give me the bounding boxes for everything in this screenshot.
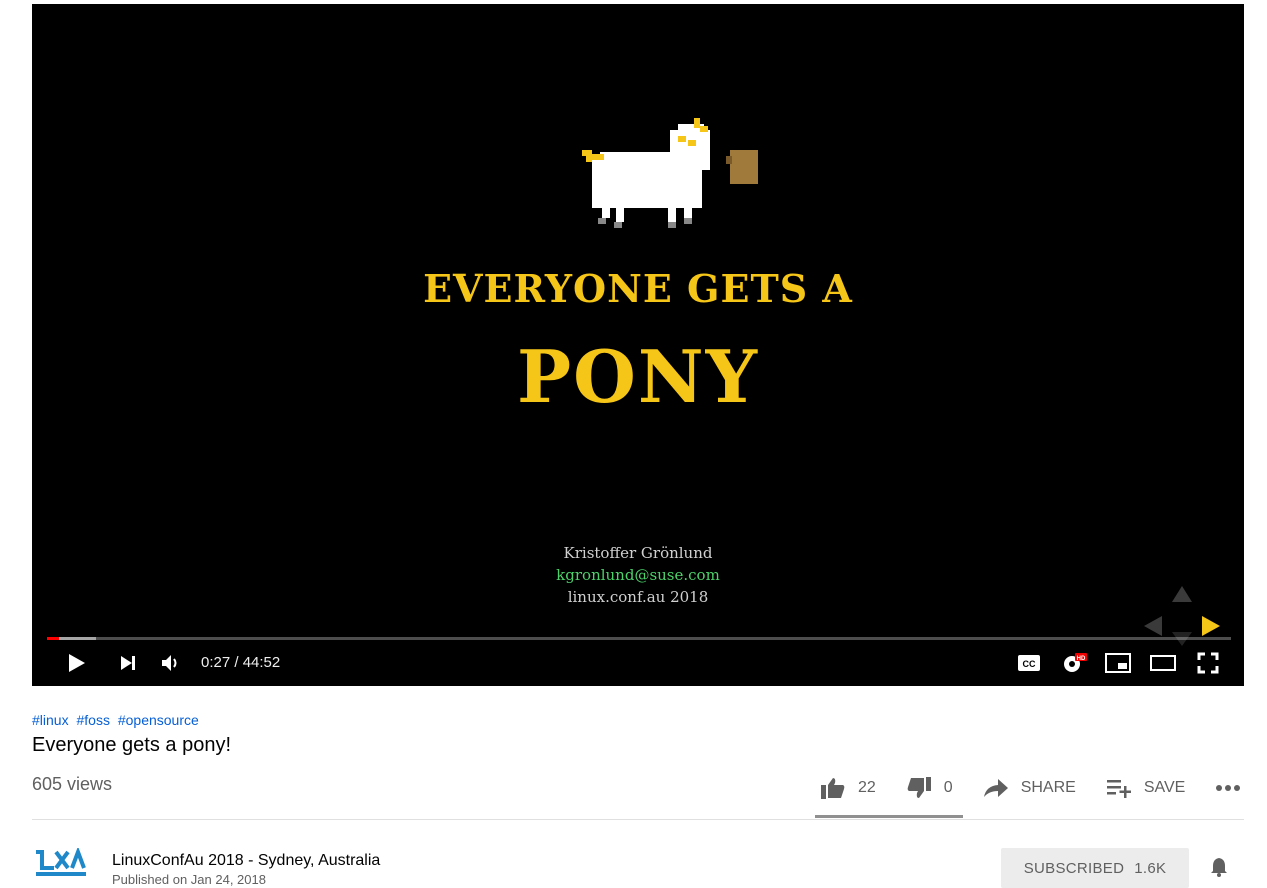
theater-icon — [1150, 655, 1176, 671]
time-display: 0:27 / 44:52 — [201, 654, 281, 671]
dislike-count: 0 — [943, 779, 953, 796]
play-icon — [69, 654, 85, 672]
miniplayer-icon — [1105, 653, 1131, 673]
save-button[interactable]: SAVE — [1106, 777, 1186, 799]
notification-bell-icon[interactable] — [1208, 856, 1230, 878]
pony-pixel-art — [582, 118, 758, 228]
more-actions-button[interactable] — [1215, 783, 1241, 793]
slide-headline-big: PONY — [516, 334, 760, 419]
save-label: SAVE — [1143, 779, 1186, 796]
svg-text:HD: HD — [1077, 656, 1086, 662]
video-title: Everyone gets a pony! — [32, 734, 232, 756]
next-button[interactable] — [114, 648, 142, 678]
fullscreen-button[interactable] — [1193, 648, 1223, 678]
more-horizontal-icon — [1216, 785, 1241, 791]
miniplayer-button[interactable] — [1103, 648, 1133, 678]
thumbs-up-icon — [821, 778, 845, 799]
dislike-button[interactable]: 0 — [906, 776, 953, 800]
svg-text:CC: CC — [1023, 659, 1036, 669]
subscriber-count: 1.6K — [1134, 859, 1167, 877]
subscribe-label: SUBSCRIBED — [1023, 859, 1125, 877]
hashtags: #linux #foss #opensource — [32, 712, 203, 728]
sentiment-bar — [815, 815, 963, 818]
add-to-playlist-icon — [1106, 780, 1131, 798]
slide-event: linux.conf.au 2018 — [567, 588, 709, 606]
slide-author: Kristoffer Grönlund — [563, 544, 713, 562]
hashtag-linux[interactable]: #linux — [32, 712, 69, 728]
subscribe-button[interactable]: SUBSCRIBED 1.6K — [1001, 848, 1189, 888]
channel-avatar[interactable] — [34, 848, 88, 878]
play-button[interactable] — [62, 648, 90, 678]
like-count: 22 — [858, 779, 876, 796]
like-button[interactable]: 22 — [820, 776, 876, 800]
volume-button[interactable] — [156, 648, 184, 678]
volume-icon — [162, 655, 177, 671]
view-count: 605 views — [32, 774, 113, 794]
theater-button[interactable] — [1148, 648, 1178, 678]
channel-name[interactable]: LinuxConfAu 2018 - Sydney, Australia — [112, 852, 380, 870]
slide-credits: Kristoffer Grönlund kgronlund@suse.com l… — [32, 542, 1244, 608]
settings-hd-icon: HD — [1064, 653, 1087, 672]
publish-date: Published on Jan 24, 2018 — [112, 872, 266, 887]
share-label: SHARE — [1020, 779, 1076, 796]
progress-bar[interactable] — [47, 637, 1231, 640]
next-icon — [121, 656, 135, 670]
thumbs-down-icon — [907, 777, 931, 798]
settings-button[interactable]: HD — [1059, 648, 1089, 678]
progress-played — [47, 637, 59, 640]
fullscreen-icon — [1197, 652, 1219, 674]
action-bar: 22 0 SHARE SAVE — [820, 772, 1267, 804]
video-player[interactable]: EVERYONE GETS A PONY Kristoffer Grönlund… — [32, 4, 1244, 686]
divider — [32, 819, 1244, 820]
share-button[interactable]: SHARE — [983, 777, 1076, 799]
slide-headline: EVERYONE GETS A — [423, 266, 853, 311]
captions-button[interactable]: CC — [1014, 648, 1044, 678]
captions-icon: CC — [1018, 655, 1040, 671]
hashtag-opensource[interactable]: #opensource — [118, 712, 199, 728]
share-icon — [983, 779, 1008, 797]
hashtag-foss[interactable]: #foss — [76, 712, 109, 728]
slide-email: kgronlund@suse.com — [556, 566, 720, 584]
